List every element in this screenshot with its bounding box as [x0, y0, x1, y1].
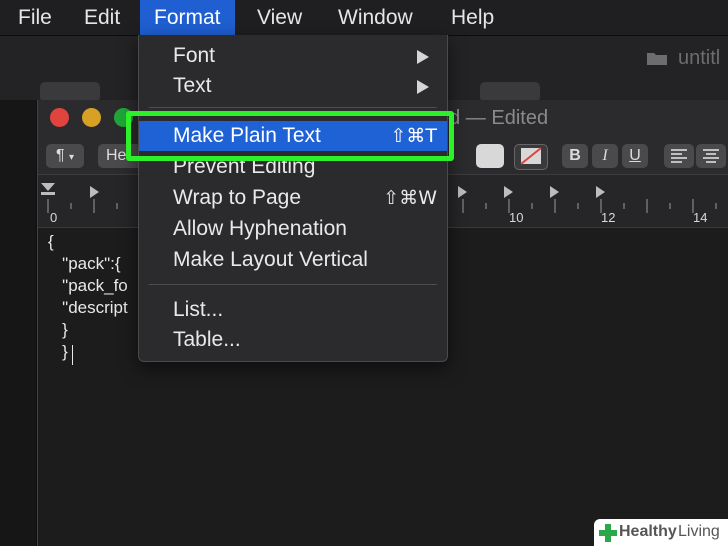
menu-item-font[interactable]: Font	[139, 41, 447, 71]
menu-item-list[interactable]: List...	[139, 295, 447, 325]
health-cross-icon	[599, 524, 617, 542]
menu-item-wrap-to-page[interactable]: Wrap to Page ⇧⌘W	[139, 183, 447, 213]
menu-file[interactable]: File	[18, 0, 52, 35]
watermark-brand: Healthy	[619, 523, 677, 540]
align-left-button[interactable]	[664, 144, 694, 168]
tab-stop-icon[interactable]	[458, 186, 467, 198]
underline-button[interactable]: U	[622, 144, 648, 168]
tab-stop-icon[interactable]	[550, 186, 559, 198]
document-line: }	[48, 342, 68, 361]
format-menu: Font Text Make Plain Text ⇧⌘T Prevent Ed…	[138, 35, 448, 362]
ruler-label: 14	[693, 210, 708, 225]
menu-separator	[149, 284, 437, 285]
watermark: Healthy Living	[594, 519, 728, 546]
menu-help[interactable]: Help	[451, 0, 494, 35]
folder-icon	[647, 53, 667, 65]
background-toolbar-button	[40, 82, 100, 102]
menu-edit[interactable]: Edit	[84, 0, 120, 35]
ruler-label: 10	[509, 210, 524, 225]
shortcut-label: ⇧⌘W	[383, 187, 437, 209]
left-indent-marker	[41, 192, 55, 195]
background-window-title: untitl	[678, 47, 721, 69]
background-toolbar-button	[480, 82, 540, 102]
menu-item-make-layout-vertical[interactable]: Make Layout Vertical	[139, 245, 447, 275]
highlight-callout	[126, 111, 454, 161]
background-color-well[interactable]	[514, 144, 548, 170]
document-line: }	[48, 320, 68, 339]
menu-view[interactable]: View	[257, 0, 302, 35]
tab-stop-icon[interactable]	[596, 186, 605, 198]
document-line: "pack":{	[48, 254, 121, 273]
paragraph-style-button[interactable]: ¶ ▾	[46, 144, 84, 168]
menu-separator	[149, 107, 437, 108]
window-title: ed — Edited	[438, 107, 549, 129]
close-button[interactable]	[50, 108, 69, 127]
text-color-well[interactable]	[476, 144, 504, 168]
paragraph-icon: ¶	[55, 147, 65, 164]
tab-stop-icon[interactable]	[504, 186, 513, 198]
menu-item-table[interactable]: Table...	[139, 325, 447, 355]
first-line-indent-marker	[41, 183, 55, 191]
menu-format[interactable]: Format	[140, 0, 235, 35]
document-line: "descript	[48, 298, 128, 317]
minimize-button[interactable]	[82, 108, 101, 127]
watermark-brand-suffix: Living	[678, 523, 720, 540]
menu-item-text[interactable]: Text	[139, 71, 447, 101]
align-left-icon	[671, 149, 687, 163]
menu-window[interactable]: Window	[338, 0, 413, 35]
text-cursor	[72, 345, 73, 365]
text-color-icon	[520, 147, 542, 165]
bold-button[interactable]: B	[562, 144, 588, 168]
submenu-arrow-icon	[417, 80, 429, 94]
ruler-label: 0	[50, 210, 58, 225]
tab-stop-icon[interactable]	[90, 186, 99, 198]
align-center-button[interactable]	[696, 144, 726, 168]
menu-item-allow-hyphenation[interactable]: Allow Hyphenation	[139, 214, 447, 244]
menu-bar: File Edit Format View Window Help	[0, 0, 728, 36]
ruler-label: 12	[601, 210, 616, 225]
align-center-icon	[703, 149, 719, 163]
document-line: {	[48, 232, 54, 251]
italic-button[interactable]: I	[592, 144, 618, 168]
left-sidebar-shadow	[0, 100, 37, 546]
document-line: "pack_fo	[48, 276, 128, 295]
submenu-arrow-icon	[417, 50, 429, 64]
